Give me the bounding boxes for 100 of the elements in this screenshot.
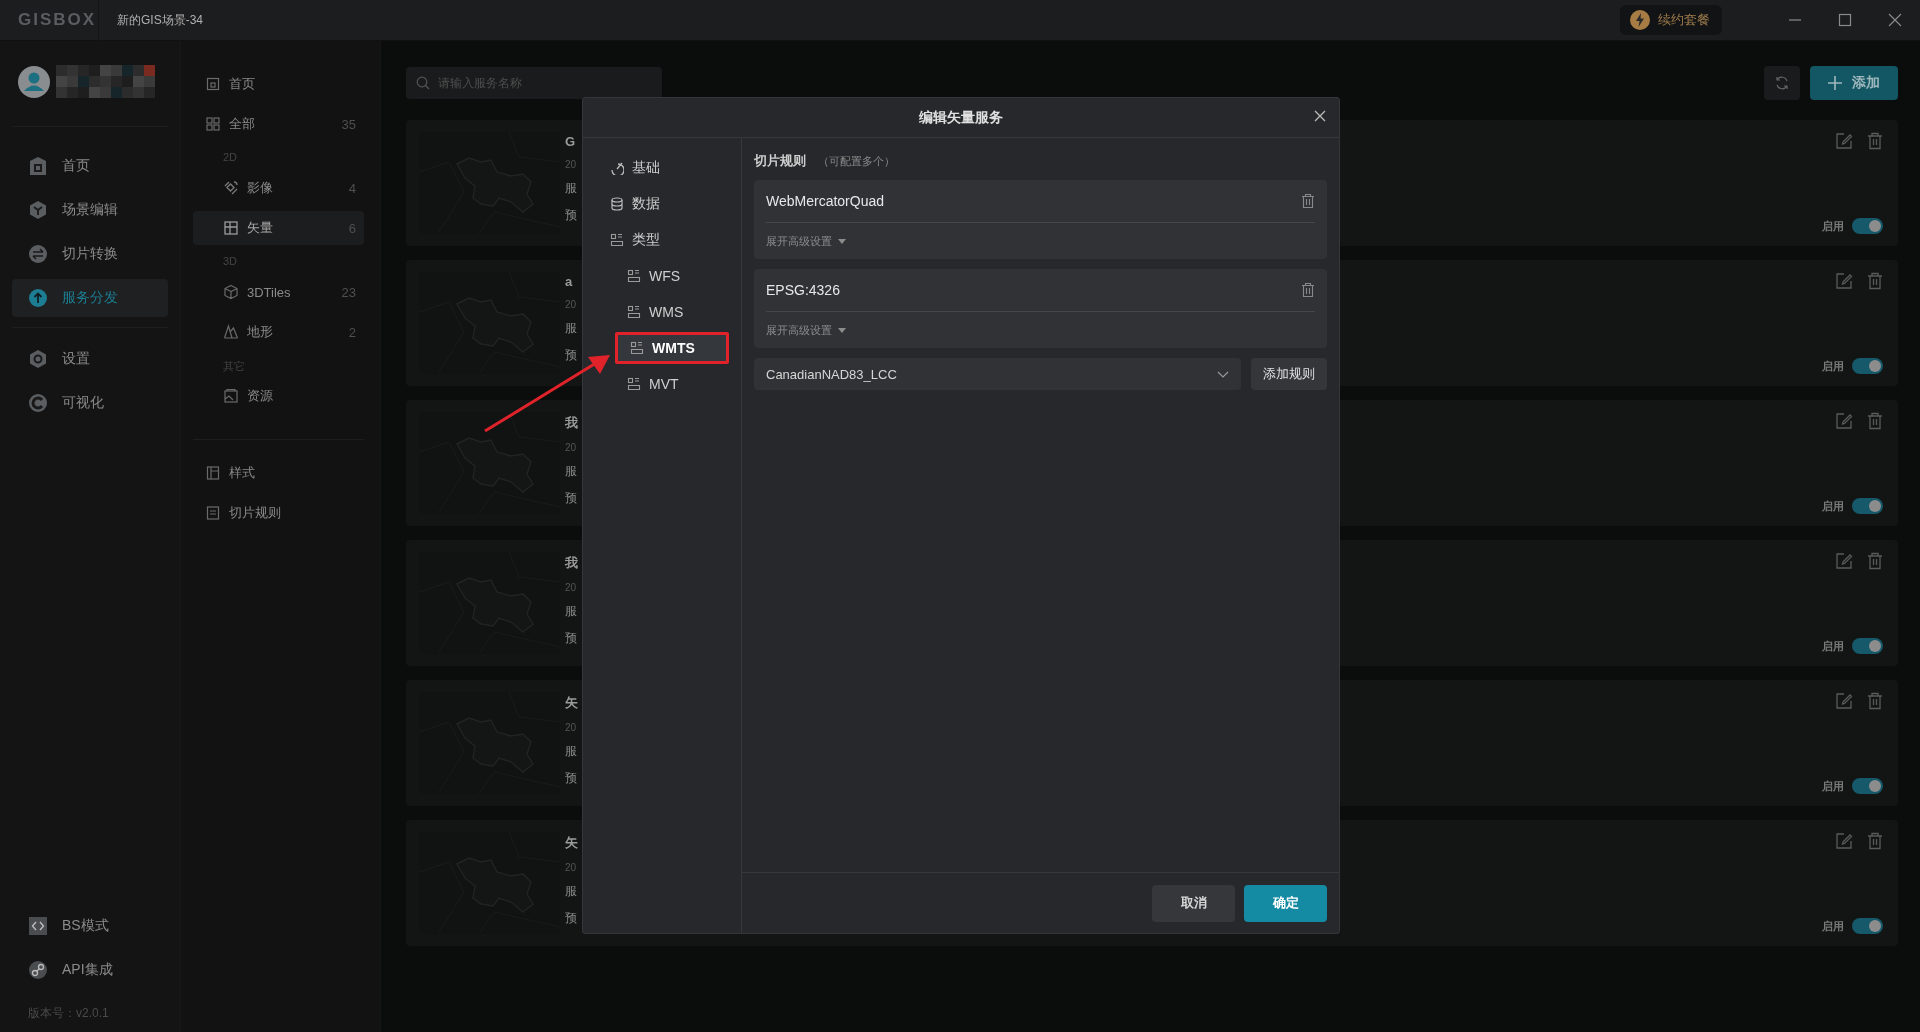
service-info: 服	[565, 743, 578, 760]
panel-icon	[205, 465, 221, 481]
caret-icon	[838, 238, 846, 244]
nav-item[interactable]: 可视化	[12, 384, 168, 422]
type-icon	[627, 377, 641, 391]
service-info: 预	[565, 347, 577, 364]
service-date: 20	[565, 299, 577, 310]
status-label: 启用	[1822, 358, 1844, 374]
library-item[interactable]: 全部 35	[193, 107, 364, 141]
nav-item[interactable]: API集成	[12, 951, 168, 989]
dialog-nav-item[interactable]: 数据	[597, 188, 721, 220]
expand-toggle[interactable]: 展开高级设置	[766, 312, 1315, 348]
refresh-button[interactable]	[1764, 66, 1800, 100]
trash-icon[interactable]	[1867, 132, 1883, 150]
search-icon	[416, 76, 430, 90]
satellite-icon	[223, 180, 239, 196]
edit-icon[interactable]	[1835, 272, 1853, 290]
trash-icon[interactable]	[1867, 692, 1883, 710]
edit-icon[interactable]	[1835, 692, 1853, 710]
nav-item[interactable]: 首页	[12, 147, 168, 185]
service-date: 20	[565, 722, 578, 733]
type-icon	[627, 269, 641, 283]
trash-icon[interactable]	[1301, 193, 1315, 209]
service-title: a	[565, 274, 574, 289]
service-info: 预	[565, 630, 578, 647]
avatar-icon	[18, 65, 50, 98]
nav-item[interactable]: BS模式	[12, 907, 168, 945]
section-title: 切片规则	[754, 152, 806, 170]
service-date: 20	[565, 862, 578, 873]
rule-name: WebMercatorQuad	[766, 193, 884, 209]
swap-arrows-icon	[28, 244, 48, 264]
dialog-nav-item[interactable]: WMTS	[615, 332, 729, 364]
service-info: 预	[565, 207, 577, 224]
rule-name: EPSG:4326	[766, 282, 840, 298]
service-title: 矢	[565, 694, 578, 712]
trash-icon[interactable]	[1301, 282, 1315, 298]
nav-item[interactable]: 场景编辑	[12, 191, 168, 229]
dialog-nav-item[interactable]: WMS	[594, 296, 721, 328]
edit-icon[interactable]	[1835, 132, 1853, 150]
service-info: 预	[565, 490, 578, 507]
library-item[interactable]: 地形 2	[193, 315, 364, 349]
add-rule-button[interactable]: 添加规则	[1251, 358, 1327, 390]
cube-icon	[28, 200, 48, 220]
toggle-switch[interactable]	[1852, 638, 1883, 654]
database-icon	[610, 197, 624, 211]
trash-icon[interactable]	[1867, 272, 1883, 290]
dialog-nav-item[interactable]: 类型	[597, 224, 721, 256]
trash-icon[interactable]	[1867, 832, 1883, 850]
toggle-switch[interactable]	[1852, 778, 1883, 794]
add-button[interactable]: 添加	[1810, 66, 1898, 100]
service-title: 矢	[565, 834, 578, 852]
service-date: 20	[565, 582, 578, 593]
edit-icon[interactable]	[1835, 412, 1853, 430]
status-label: 启用	[1822, 918, 1844, 934]
renew-button[interactable]: 续约套餐	[1620, 5, 1722, 35]
hexagon-icon	[28, 349, 48, 369]
house-icon	[28, 156, 48, 176]
ok-button[interactable]: 确定	[1244, 884, 1327, 922]
edit-icon[interactable]	[1835, 832, 1853, 850]
service-info: 服	[565, 180, 577, 197]
service-info: 服	[565, 463, 578, 480]
window-title: 新的GIS场景-34	[117, 11, 204, 29]
type-icon	[630, 341, 644, 355]
item-count: 35	[341, 116, 356, 132]
rule-select[interactable]: CanadianNAD83_LCC	[754, 358, 1241, 390]
item-count: 23	[341, 284, 356, 300]
nav-item[interactable]: 设置	[12, 340, 168, 378]
nav-item[interactable]: 切片转换	[12, 235, 168, 273]
dialog-nav-item[interactable]: 基础	[597, 152, 721, 184]
library-item[interactable]: 切片规则	[193, 496, 364, 530]
edit-icon[interactable]	[1835, 552, 1853, 570]
c-circle-icon	[28, 393, 48, 413]
nav-item[interactable]: 服务分发	[12, 279, 168, 317]
caret-icon	[838, 327, 846, 333]
map-grid-icon	[223, 220, 239, 236]
grid-icon	[205, 116, 221, 132]
trash-icon[interactable]	[1867, 412, 1883, 430]
library-item[interactable]: 首页	[193, 67, 364, 101]
toggle-switch[interactable]	[1852, 358, 1883, 374]
dialog-nav-item[interactable]: MVT	[594, 368, 721, 400]
cancel-button[interactable]: 取消	[1152, 884, 1235, 922]
trash-icon[interactable]	[1867, 552, 1883, 570]
service-info: 服	[565, 603, 578, 620]
service-title: 我	[565, 554, 578, 572]
toggle-switch[interactable]	[1852, 918, 1883, 934]
status-label: 启用	[1822, 638, 1844, 654]
type-icon	[610, 233, 624, 247]
library-item[interactable]: 资源	[193, 379, 364, 413]
upload-cloud-icon	[28, 288, 48, 308]
service-title: 我	[565, 414, 578, 432]
library-item[interactable]: 3DTiles 23	[193, 275, 364, 309]
library-item[interactable]: 样式	[193, 456, 364, 490]
toggle-switch[interactable]	[1852, 498, 1883, 514]
toggle-switch[interactable]	[1852, 218, 1883, 234]
dialog-nav-item[interactable]: WFS	[594, 260, 721, 292]
cube-outline-icon	[223, 284, 239, 300]
library-item[interactable]: 影像 4	[193, 171, 364, 205]
expand-toggle[interactable]: 展开高级设置	[766, 223, 1315, 259]
close-button[interactable]	[1313, 109, 1327, 123]
service-date: 20	[565, 159, 577, 170]
